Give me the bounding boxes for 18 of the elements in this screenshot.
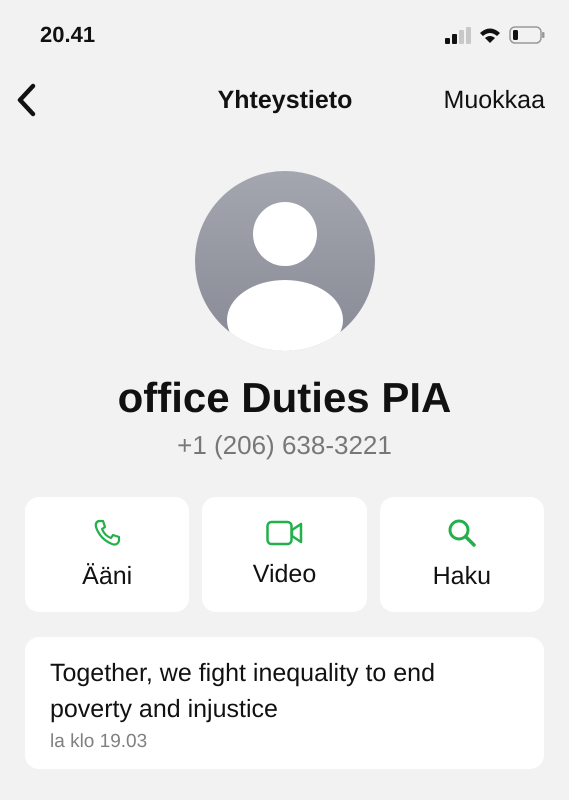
phone-icon [92,518,122,548]
back-chevron-icon [16,83,36,117]
status-time: 20.41 [40,22,96,48]
edit-button[interactable]: Muokkaa [444,86,545,114]
avatar-icon [194,170,376,352]
signal-icon [445,26,471,44]
message-text: Together, we fight inequality to end poverty and injustice [50,658,436,725]
wifi-icon [479,26,501,44]
message-time: la klo 19.03 [50,731,148,753]
search-icon [446,518,477,548]
video-action-button[interactable]: Video [202,497,367,612]
search-action-button[interactable]: Haku [380,497,544,612]
screen-title: Yhteystieto [216,86,354,114]
video-camera-icon [266,520,303,546]
battery-icon [509,26,545,44]
phone-action-button[interactable]: Ääni [25,497,190,612]
phone-number: +1 (206) 638-3221 [176,430,393,461]
contact-name: office Duties PIA [116,374,452,422]
